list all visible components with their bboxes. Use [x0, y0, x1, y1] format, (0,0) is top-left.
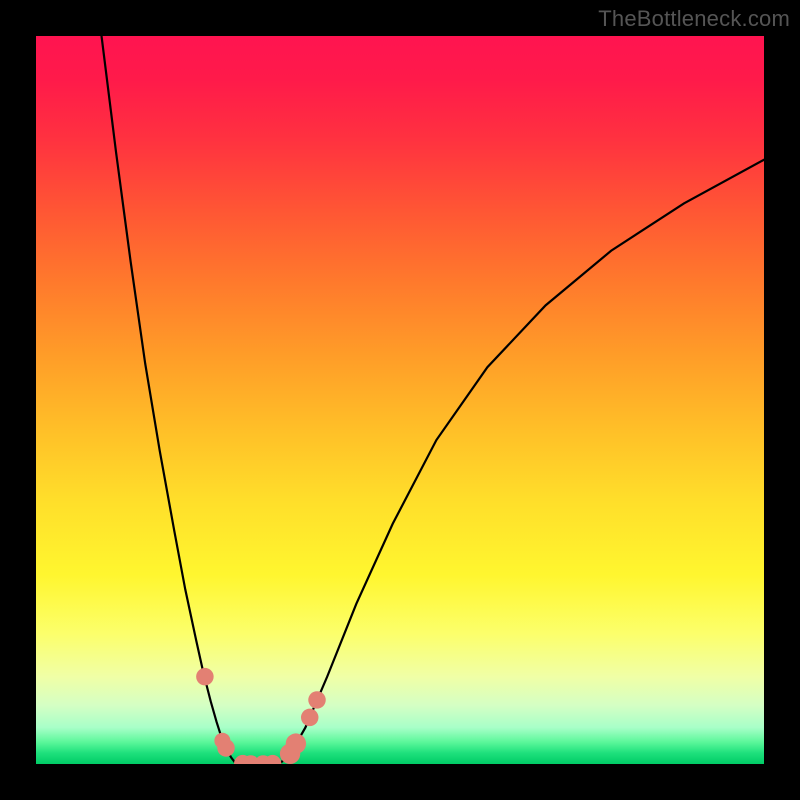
plot-area	[36, 36, 764, 764]
curve-layer	[36, 36, 764, 764]
data-marker	[286, 733, 306, 753]
watermark-text: TheBottleneck.com	[598, 6, 790, 32]
data-marker	[217, 739, 234, 756]
data-marker	[301, 709, 318, 726]
bottleneck-curve	[102, 36, 764, 764]
chart-stage: TheBottleneck.com	[0, 0, 800, 800]
data-marker	[196, 668, 213, 685]
data-marker	[308, 691, 325, 708]
